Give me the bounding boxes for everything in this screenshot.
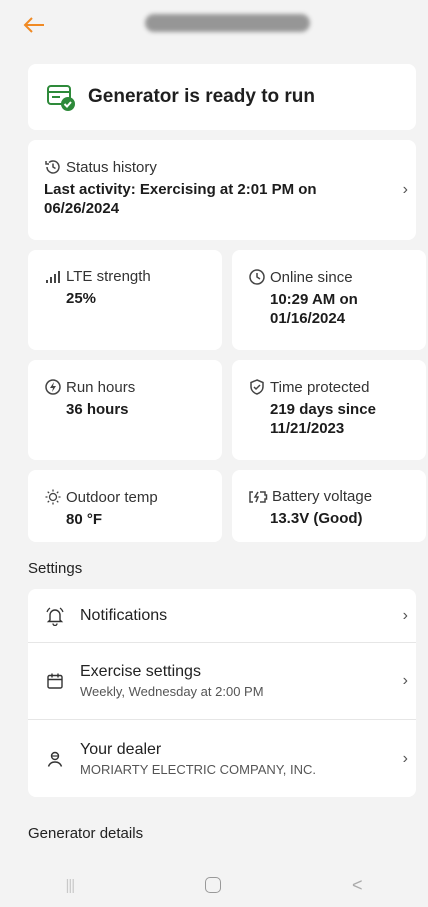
bell-icon xyxy=(46,607,64,626)
dealer-name: MORIARTY ELECTRIC COMPANY, INC. xyxy=(80,761,316,777)
run-hours-tile: Run hours 36 hours xyxy=(28,360,222,460)
time-protected-tile: Time protected 219 days since 11/21/2023 xyxy=(232,360,426,460)
status-history-value: Last activity: Exercising at 2:01 PM on … xyxy=(44,181,317,217)
shield-check-icon xyxy=(250,379,264,395)
chevron-right-icon: › xyxy=(402,672,408,689)
clock-icon xyxy=(249,269,265,285)
outdoor-temp-label: Outdoor temp xyxy=(66,488,158,506)
dealer-person-icon xyxy=(47,751,63,767)
metrics-grid: LTE strength 25% Online since 10:29 AM o… xyxy=(28,250,426,542)
settings-section-label: Settings xyxy=(28,560,83,577)
outdoor-temp-value: 80 °F xyxy=(66,511,103,528)
arrow-left-icon xyxy=(23,17,44,33)
online-since-label: Online since xyxy=(270,268,353,286)
lte-strength-value: 25% xyxy=(66,290,97,307)
lte-strength-label: LTE strength xyxy=(66,268,151,285)
chevron-right-icon: › xyxy=(402,749,408,767)
battery-charge-icon xyxy=(249,490,268,503)
home-button[interactable] xyxy=(205,877,222,893)
back-nav-button[interactable]: < xyxy=(352,875,363,896)
online-since-value: 10:29 AM on 01/16/2024 xyxy=(270,291,358,327)
system-nav-bar: ||| < xyxy=(0,863,428,907)
exercise-settings-subtitle: Weekly, Wednesday at 2:00 PM xyxy=(80,684,264,699)
dealer-title: Your dealer xyxy=(80,740,162,758)
settings-item-exercise[interactable]: Exercise settings Weekly, Wednesday at 2… xyxy=(28,643,416,720)
sun-icon xyxy=(45,489,61,505)
exercise-settings-title: Exercise settings xyxy=(80,663,201,680)
battery-voltage-tile: Battery voltage 13.3V (Good) xyxy=(232,470,426,542)
recents-button[interactable]: ||| xyxy=(65,877,75,894)
status-history-label: Status history xyxy=(66,158,157,176)
redacted-title xyxy=(145,14,310,32)
chevron-right-icon: › xyxy=(402,181,408,198)
outdoor-temp-tile: Outdoor temp 80 °F xyxy=(28,470,222,542)
settings-item-notifications[interactable]: Notifications › xyxy=(28,589,416,643)
generator-status-card: Generator is ready to run xyxy=(28,64,416,130)
run-hours-value: 36 hours xyxy=(66,401,129,418)
settings-item-dealer[interactable]: Your dealer MORIARTY ELECTRIC COMPANY, I… xyxy=(28,720,416,797)
top-bar xyxy=(0,0,428,50)
battery-voltage-label: Battery voltage xyxy=(272,488,373,505)
time-protected-value: 219 days since 11/21/2023 xyxy=(270,401,376,437)
back-button[interactable] xyxy=(20,11,48,39)
generator-check-icon xyxy=(47,85,75,111)
settings-list: Notifications › Exercise settings Weekly… xyxy=(28,589,416,797)
notifications-title: Notifications xyxy=(80,606,168,624)
run-hours-label: Run hours xyxy=(66,378,136,396)
bolt-timer-icon xyxy=(45,379,61,395)
generator-ready-text: Generator is ready to run xyxy=(88,86,316,107)
status-history-card[interactable]: Status history Last activity: Exercising… xyxy=(28,140,416,240)
lte-strength-tile: LTE strength 25% xyxy=(28,250,222,350)
signal-icon xyxy=(46,270,60,283)
calendar-icon xyxy=(47,673,63,689)
time-protected-label: Time protected xyxy=(270,378,370,396)
online-since-tile: Online since 10:29 AM on 01/16/2024 xyxy=(232,250,426,350)
history-icon xyxy=(45,160,60,174)
battery-voltage-value: 13.3V (Good) xyxy=(270,510,363,527)
generator-details-label: Generator details xyxy=(28,825,144,842)
chevron-right-icon: › xyxy=(402,606,408,624)
